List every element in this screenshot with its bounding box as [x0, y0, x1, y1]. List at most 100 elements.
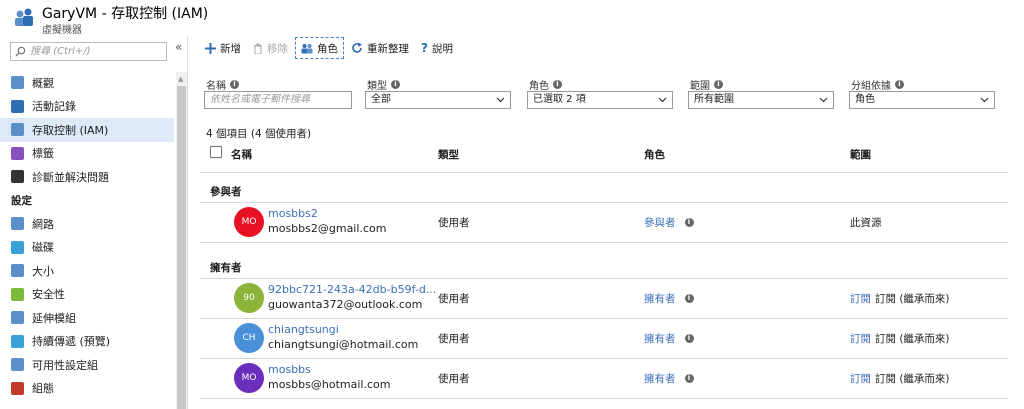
sidebar-item-label: 診斷並解決問題 [32, 170, 109, 184]
item-count: 4 個項目 (4 個使用者) [206, 128, 312, 140]
groupby-filter-label: 分組依據 [851, 80, 891, 92]
sidebar-item[interactable]: 大小 [0, 259, 174, 283]
info-icon[interactable]: i [684, 374, 694, 383]
user-name-link[interactable]: chiangtsungi [268, 323, 339, 336]
iam-resource-icon [15, 8, 33, 26]
info-icon[interactable]: i [684, 294, 694, 303]
sidebar-item-label: 標籤 [32, 147, 54, 161]
group-title: 擁有者 [210, 262, 242, 274]
menu-search[interactable] [10, 42, 167, 61]
scrollbar-thumb[interactable] [177, 86, 186, 409]
sidebar-item-label: 大小 [32, 264, 54, 278]
scroll-up-icon[interactable]: ▲ [178, 75, 183, 83]
add-button[interactable]: 新增 [200, 37, 246, 59]
roles-label: 角色 [317, 42, 338, 55]
sidebar-item[interactable]: 概觀 [0, 71, 174, 95]
role-link[interactable]: 擁有者 [644, 371, 676, 386]
user-name-link[interactable]: mosbbs2 [268, 207, 318, 220]
scope-filter-label: 範圍 [690, 80, 710, 92]
info-icon[interactable]: i [391, 79, 400, 89]
info-icon[interactable]: i [230, 79, 239, 89]
role-select[interactable]: 已選取 2 項 [527, 91, 673, 109]
scope-cell: 此資源 [850, 215, 882, 230]
info-icon[interactable]: i [553, 79, 562, 89]
resource-menu: « 概觀活動記錄存取控制 (IAM) 標籤診斷並解決問題設定網路磁碟大小安全性延伸… [0, 36, 188, 409]
groupby-select[interactable]: 角色 [849, 91, 995, 109]
sidebar-item[interactable]: 標籤 [0, 142, 174, 166]
activity-log-icon [11, 99, 24, 113]
tools-icon [11, 170, 24, 184]
search-icon [15, 46, 26, 57]
scope-link[interactable]: 訂閱 [850, 371, 871, 386]
column-header-type[interactable]: 類型 [438, 147, 459, 162]
sidebar-item-label: 網路 [32, 217, 54, 231]
user-name-link[interactable]: mosbbs [268, 363, 311, 376]
table-row[interactable]: MO mosbbs mosbbs@hotmail.com 使用者 擁有者 i 訂閱 訂閱 (繼… [200, 358, 1008, 398]
groupby-filter: 分組依據 i 角色 [849, 78, 995, 109]
scope-select[interactable]: 所有範圍 [688, 91, 834, 109]
role-link[interactable]: 參與者 [644, 215, 676, 230]
sidebar-item[interactable]: 網路 [0, 212, 174, 236]
select-all-checkbox[interactable] [210, 146, 222, 158]
table-row[interactable]: MO mosbbs2 mosbbs2@gmail.com 使用者 參與者 i 此資源 [200, 202, 1008, 242]
sidebar-item[interactable]: 組態 [0, 377, 174, 401]
scope-link[interactable]: 訂閱 [850, 331, 871, 346]
role-cell: 擁有者 i [644, 331, 694, 346]
help-button[interactable]: ? 說明 [416, 37, 458, 59]
delivery-icon [11, 334, 24, 348]
sidebar-item-label: 存取控制 (IAM) [32, 123, 109, 137]
type-filter-label: 類型 [367, 80, 387, 92]
command-bar: 新增 移除 角色 重新整理 ? 說明 [200, 37, 460, 59]
sidebar-item-label: 延伸模組 [32, 311, 76, 325]
scope-text: 訂閱 (繼承而來) [875, 293, 950, 305]
add-label: 新增 [220, 42, 241, 55]
info-icon[interactable]: i [714, 79, 723, 89]
sidebar-item-label: 活動記錄 [32, 100, 76, 114]
scope-cell: 訂閱 訂閱 (繼承而來) [850, 291, 950, 306]
divider [200, 242, 1008, 243]
remove-button[interactable]: 移除 [248, 37, 293, 59]
scope-link[interactable]: 訂閱 [850, 291, 871, 306]
collapse-menu-button[interactable]: « [175, 40, 182, 54]
roles-button[interactable]: 角色 [295, 37, 344, 59]
menu-scrollbar[interactable]: ▲ [176, 72, 187, 409]
monitor-icon [11, 264, 24, 278]
user-email: guowanta372@outlook.com [268, 298, 423, 311]
info-icon[interactable]: i [684, 218, 694, 227]
type-select[interactable]: 全部 [365, 91, 511, 109]
column-header-name[interactable]: 名稱 [231, 147, 252, 162]
table-row[interactable]: 90 92bbc721-243a-42db-b59f-d... guowanta37… [200, 278, 1008, 318]
name-search-input[interactable]: 依姓名或電子郵件搜尋 [204, 91, 352, 109]
trash-icon [253, 43, 263, 54]
sidebar-item[interactable]: 持續傳遞 (預覽) [0, 330, 174, 354]
sidebar-item[interactable]: 存取控制 (IAM) [0, 118, 174, 142]
config-icon [11, 381, 24, 395]
user-name-link[interactable]: 92bbc721-243a-42db-b59f-d... [268, 283, 436, 296]
shield-icon [11, 287, 24, 301]
info-icon[interactable]: i [684, 334, 694, 343]
role-link[interactable]: 擁有者 [644, 331, 676, 346]
column-header-scope[interactable]: 範圍 [850, 147, 871, 162]
role-link[interactable]: 擁有者 [644, 291, 676, 306]
table-row[interactable]: CH chiangtsungi chiangtsungi@hotmail.com 使用… [200, 318, 1008, 358]
sidebar-section-settings: 設定 [11, 194, 32, 207]
sidebar-item[interactable]: 磁碟 [0, 236, 174, 260]
page-title: GaryVM - 存取控制 (IAM) [42, 6, 209, 22]
menu-search-input[interactable] [30, 44, 164, 59]
name-filter: 名稱 i 依姓名或電子郵件搜尋 [204, 78, 352, 109]
sidebar-item[interactable]: 延伸模組 [0, 306, 174, 330]
extensions-icon [11, 311, 24, 325]
availability-icon [11, 358, 24, 372]
scope-text: 訂閱 (繼承而來) [875, 373, 950, 385]
sidebar-item[interactable]: 安全性 [0, 283, 174, 307]
sidebar-item[interactable]: 可用性設定組 [0, 353, 174, 377]
chevron-down-icon [496, 97, 505, 103]
sidebar-item[interactable]: 活動記錄 [0, 95, 174, 119]
sidebar-item[interactable]: 診斷並解決問題 [0, 165, 174, 189]
info-icon[interactable]: i [895, 79, 904, 89]
type-select-value: 全部 [371, 94, 391, 105]
refresh-button[interactable]: 重新整理 [346, 37, 414, 59]
scope-select-value: 所有範圍 [694, 94, 734, 105]
column-header-role[interactable]: 角色 [644, 147, 665, 162]
role-cell: 擁有者 i [644, 291, 694, 306]
